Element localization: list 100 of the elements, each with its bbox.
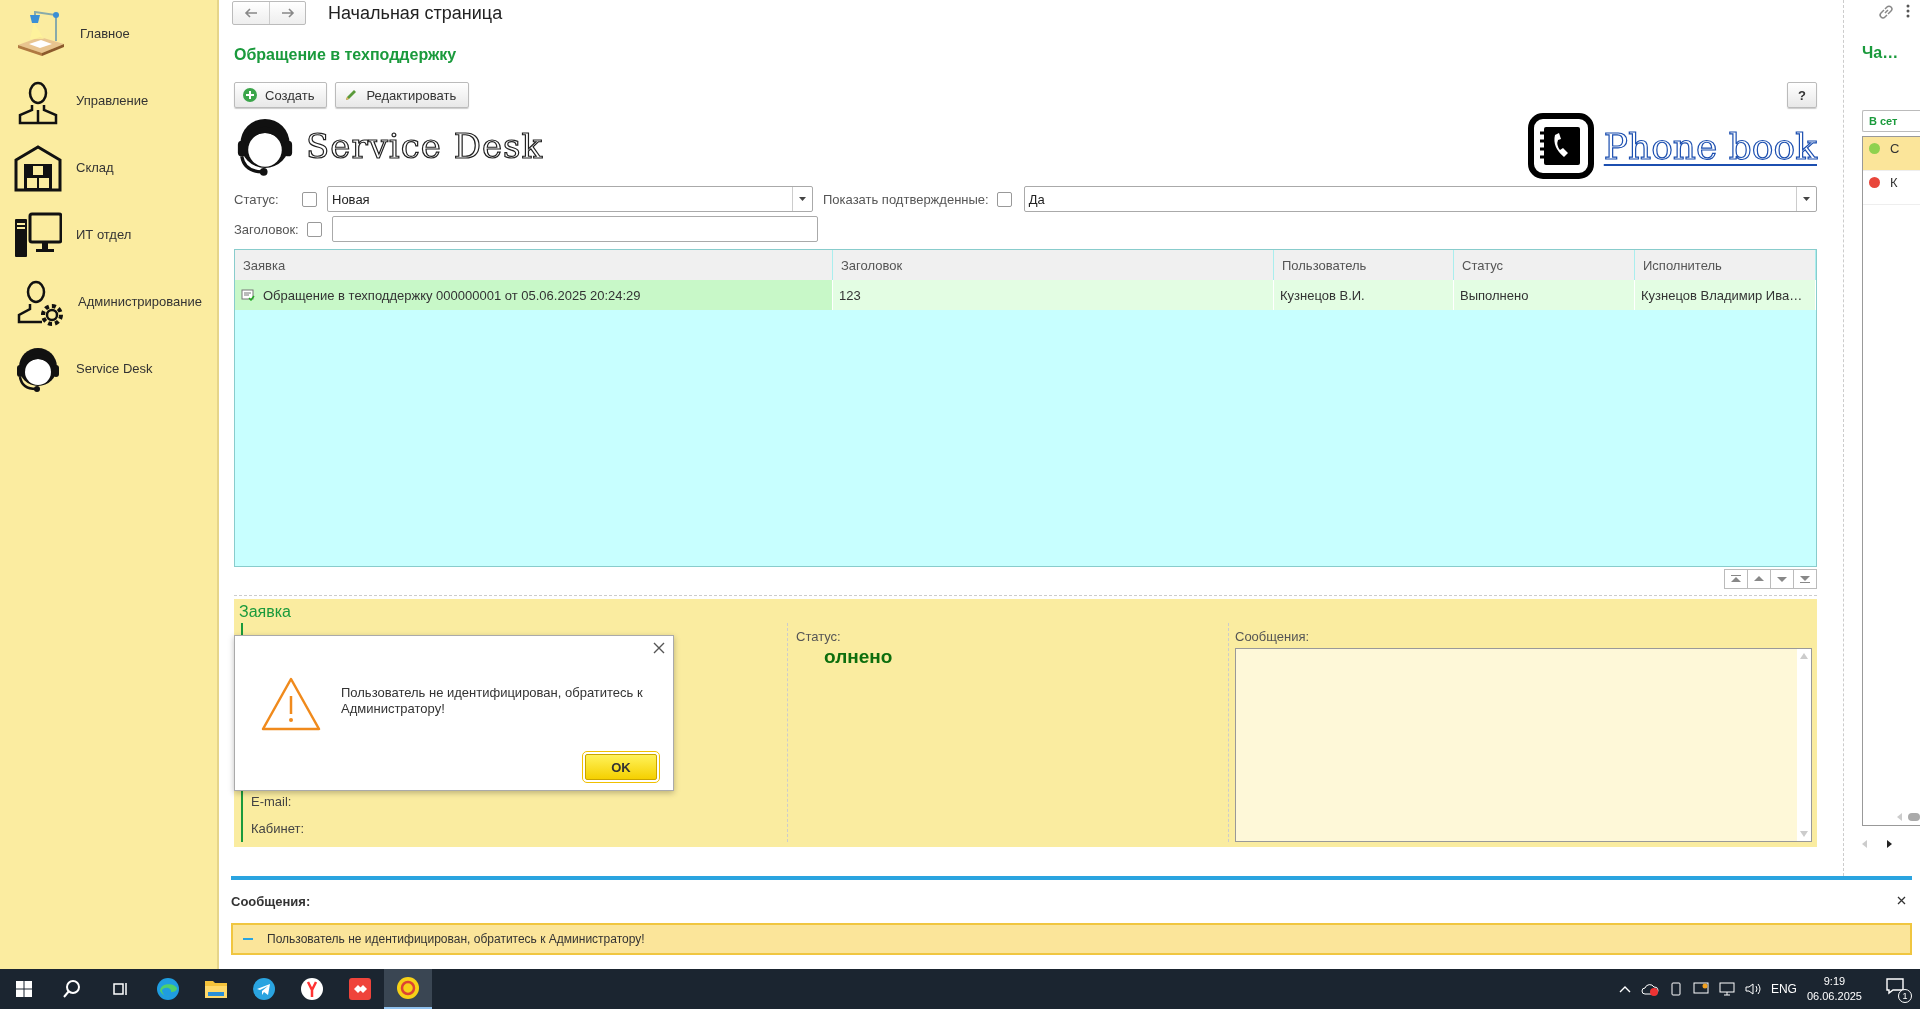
- dash-icon: [243, 938, 253, 940]
- document-check-icon: [241, 289, 255, 301]
- dropdown-arrow-icon: [1803, 197, 1810, 201]
- down-arrow-icon: [1777, 575, 1787, 583]
- chevron-up-icon[interactable]: [1618, 985, 1631, 993]
- field-label: Показать подтвержденные:: [823, 191, 989, 207]
- up-button[interactable]: [1747, 569, 1771, 589]
- browser-icon: [300, 977, 324, 1001]
- edit-button[interactable]: Редактировать: [335, 82, 470, 108]
- pencil-icon: [344, 88, 359, 102]
- page-title: Начальная страница: [328, 2, 503, 24]
- column-header[interactable]: Заявка: [235, 250, 833, 280]
- sidebar-item[interactable]: Склад: [0, 134, 217, 201]
- to-bottom-button[interactable]: [1793, 569, 1817, 589]
- up-arrow-icon: [1754, 575, 1764, 583]
- link-icon[interactable]: [1878, 4, 1894, 20]
- phone-book-link[interactable]: Phone book: [1603, 125, 1817, 167]
- sidebar-item[interactable]: Администрирование: [0, 268, 217, 335]
- message-text: Пользователь не идентифицирован, обратитесь к Администратору!: [267, 932, 645, 946]
- warehouse-icon: [14, 143, 62, 192]
- table-cell: Обращение в техподдержку 000000001 от 05.06.2025 20:24:29: [235, 280, 833, 310]
- down-button[interactable]: [1770, 569, 1794, 589]
- taskbar-app[interactable]: [384, 969, 432, 1009]
- scroll-up-icon: [1800, 653, 1808, 659]
- item-label: С: [1890, 141, 1900, 158]
- field-label: Сообщения:: [1235, 629, 1311, 644]
- table-cell: 123: [833, 280, 1274, 310]
- sidebar-item[interactable]: Главное: [0, 0, 217, 67]
- status-dropdown[interactable]: Новая: [327, 186, 813, 212]
- dropdown-arrow-icon: [799, 197, 806, 201]
- browser-icon: [156, 977, 180, 1001]
- scroll-down-icon: [1800, 831, 1808, 837]
- network-icon[interactable]: [1718, 982, 1735, 996]
- scroll-left-icon: [1897, 813, 1902, 821]
- message-bar[interactable]: Пользователь не идентифицирован, обратитесь к Администратору!: [231, 923, 1912, 955]
- help-button[interactable]: ?: [1787, 82, 1817, 108]
- to-top-button[interactable]: [1724, 569, 1748, 589]
- checkbox[interactable]: [996, 191, 1012, 207]
- checkbox[interactable]: [302, 191, 317, 207]
- notification-count: 1: [1898, 989, 1912, 1003]
- logo-text: Service Desk: [306, 126, 544, 166]
- checkbox[interactable]: [306, 221, 322, 237]
- form-title: Обращение в техподдержку: [234, 46, 458, 65]
- task-view-icon: [112, 981, 128, 997]
- field-label: E-mail:: [251, 794, 293, 809]
- sidebar-item[interactable]: Управление: [0, 67, 217, 134]
- item-label: К: [1890, 175, 1898, 192]
- speaker-icon[interactable]: [1744, 982, 1761, 996]
- right-arrow-icon: [280, 8, 295, 18]
- panel-title: Заявка: [239, 603, 292, 622]
- column-header[interactable]: Исполнитель: [1635, 250, 1816, 280]
- phone-book-icon: [1527, 113, 1594, 179]
- telegram-icon: [252, 977, 276, 1001]
- time-text: 9:19: [1823, 974, 1846, 989]
- close-icon[interactable]: [1897, 896, 1906, 905]
- sidebar-item[interactable]: ИТ отдел: [0, 201, 217, 268]
- cloud-icon[interactable]: [1640, 982, 1659, 996]
- monitor-icon[interactable]: [1692, 982, 1709, 996]
- remote-desktop-icon: [348, 977, 372, 1001]
- field-label: Статус:: [234, 191, 280, 207]
- notifications-button[interactable]: 1: [1884, 975, 1912, 1003]
- left-arrow-icon: [244, 8, 258, 18]
- sidebar-item[interactable]: Service Desk: [0, 335, 217, 402]
- warning-icon: [260, 676, 322, 732]
- list-item[interactable]: К: [1863, 171, 1920, 205]
- scrollbar-thumb[interactable]: [1908, 813, 1920, 821]
- computer-icon: [14, 210, 62, 259]
- table-cell: Кузнецов Владимир Ива…: [1635, 280, 1816, 310]
- scroll-right-icon[interactable]: [1887, 840, 1892, 848]
- close-icon[interactable]: [653, 642, 665, 654]
- panel-title: Ча…: [1862, 44, 1900, 62]
- field-label: Кабинет:: [251, 821, 306, 836]
- down-arrow-icon: [1800, 575, 1810, 583]
- table-cell: Выполнено: [1454, 280, 1635, 310]
- status-value: олнено: [824, 646, 894, 668]
- device-icon[interactable]: [1668, 982, 1683, 996]
- date-text: 06.06.2025: [1806, 989, 1862, 1004]
- search-icon: [62, 979, 82, 999]
- app-icon: [396, 976, 420, 1000]
- more-icon[interactable]: [1906, 4, 1910, 18]
- language-indicator[interactable]: ENG: [1770, 982, 1797, 996]
- ok-button[interactable]: OK: [585, 754, 657, 780]
- filter-button[interactable]: В сет: [1862, 110, 1920, 132]
- folder-icon: [204, 978, 228, 1000]
- confirmed-dropdown[interactable]: Да: [1023, 186, 1817, 212]
- list-item[interactable]: С: [1863, 137, 1920, 171]
- table-row[interactable]: Обращение в техподдержку 000000001 от 05.06.2025 20:24:29 123 Кузнецов В.И. Выполнено Кузнецов Владимир Ива…: [235, 280, 1816, 310]
- column-header[interactable]: Заголовок: [833, 250, 1274, 280]
- create-button[interactable]: Создать: [234, 82, 328, 108]
- clock[interactable]: 9:19 06.06.2025: [1806, 974, 1862, 1004]
- windows-icon: [16, 981, 32, 997]
- messages-title: Сообщения:: [231, 894, 311, 909]
- dialog-message: Пользователь не идентифицирован, обратитесь к Администратору!: [341, 685, 644, 717]
- table-cell: Кузнецов В.И.: [1274, 280, 1454, 310]
- field-label: Заголовок:: [234, 221, 299, 237]
- column-header[interactable]: Пользователь: [1274, 250, 1454, 280]
- field-label: Статус:: [796, 629, 842, 644]
- column-header[interactable]: Статус: [1454, 250, 1635, 280]
- notification-icon: [1886, 977, 1904, 995]
- heading-field[interactable]: [331, 216, 818, 242]
